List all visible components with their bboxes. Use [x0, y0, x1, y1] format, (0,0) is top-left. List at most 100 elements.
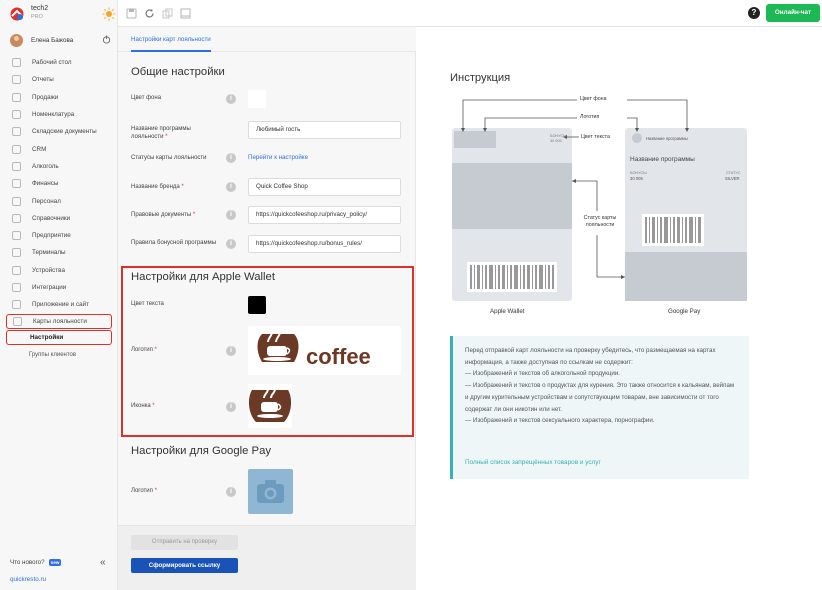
dashboard-icon	[12, 58, 21, 68]
apple-card-logo-area	[454, 131, 496, 148]
apple-icon-image[interactable]	[248, 384, 292, 428]
sidebar-item-alcohol[interactable]: Алкоголь	[6, 158, 112, 175]
sidebar-subitem-client-groups[interactable]: Группы клиентов	[6, 346, 112, 363]
apple-logo-label: Логотип *	[131, 346, 157, 354]
sidebar-item-reports[interactable]: Отчеты	[6, 71, 112, 88]
tab-loyalty-settings[interactable]: Настройки карт лояльности	[131, 27, 211, 52]
make-link-button[interactable]: Сформировать ссылку	[131, 558, 238, 573]
sidebar-item-devices[interactable]: Устройства	[6, 262, 112, 279]
text-color-label: Цвет текста	[131, 300, 164, 308]
terminal-icon	[12, 248, 21, 258]
sidebar-item-crm[interactable]: CRM	[6, 140, 112, 157]
sidebar-item-label: Рабочий стол	[32, 59, 72, 67]
info-icon[interactable]: i	[226, 94, 236, 104]
online-chat-button[interactable]: Онлайн-чат	[766, 4, 820, 22]
sidebar-subitem-label: Настройки	[30, 334, 64, 342]
sidebar-item-label: Отчеты	[32, 76, 54, 84]
apple-icon-label-text: Иконка	[131, 403, 151, 409]
apple-barcode	[467, 262, 557, 292]
brand-switcher[interactable]: tech2 PRO	[10, 5, 116, 23]
instruction-diagram: Цвет фона Логотип Цвет текста Статус кар…	[417, 87, 822, 327]
coffee-cup-icon: coffee	[257, 331, 371, 369]
whats-new-label: Что нового?	[10, 559, 45, 566]
person-icon	[12, 196, 21, 206]
coffee-logo-text: coffee	[306, 344, 371, 369]
info-icon[interactable]: i	[226, 182, 236, 192]
required-mark: *	[192, 212, 196, 218]
brand-logo-icon	[10, 7, 24, 21]
required-mark: *	[181, 184, 184, 190]
google-pay-title: Настройки для Google Pay	[131, 445, 272, 457]
collapse-sidebar-button[interactable]: «	[100, 557, 106, 568]
refresh-icon[interactable]	[144, 8, 155, 19]
google-logo-upload[interactable]	[248, 469, 293, 514]
sidebar-item-label: Персонал	[32, 197, 61, 205]
apple-icon-label: Иконка *	[131, 402, 155, 410]
sidebar-item-nomenclature[interactable]: Номенклатура	[6, 106, 112, 123]
help-button[interactable]: ?	[748, 7, 760, 19]
sidebar-item-integrations[interactable]: Интеграции	[6, 279, 112, 296]
document-icon	[12, 127, 21, 137]
bg-color-swatch[interactable]	[248, 90, 266, 108]
camera-icon	[257, 480, 284, 503]
card-icon	[13, 317, 22, 327]
sidebar-item-label: Карты лояльности	[33, 318, 87, 326]
avatar	[10, 34, 23, 47]
status-settings-link[interactable]: Перейти к настройке	[248, 154, 308, 161]
info-icon[interactable]: i	[226, 487, 236, 497]
sun-icon[interactable]	[102, 7, 116, 21]
sidebar-item-sales[interactable]: Продажи	[6, 89, 112, 106]
settings-form: Общие настройки Цвет фона i Название про…	[118, 52, 416, 590]
sidebar-item-label: Терминалы	[32, 249, 66, 257]
text-color-swatch[interactable]	[248, 296, 266, 314]
apple-bonus-label: БОНУСЫ	[550, 134, 567, 138]
sidebar-item-staff[interactable]: Персонал	[6, 192, 112, 209]
required-mark: *	[154, 488, 157, 494]
google-logo-label-text: Логотип	[131, 488, 153, 494]
sidebar-item-loyalty-cards[interactable]: Карты лояльности	[6, 314, 112, 330]
apple-logo-image[interactable]: coffee	[248, 326, 401, 375]
sidebar-item-finance[interactable]: Финансы	[6, 175, 112, 192]
info-icon[interactable]: i	[226, 239, 236, 249]
tag-icon	[12, 110, 21, 120]
sidebar-item-references[interactable]: Справочники	[6, 210, 112, 227]
window-icon[interactable]	[180, 8, 191, 19]
sidebar-item-terminals[interactable]: Терминалы	[6, 244, 112, 261]
required-mark: *	[165, 134, 168, 140]
sidebar-subitem-settings[interactable]: Настройки	[6, 330, 112, 346]
info-icon[interactable]: i	[226, 402, 236, 412]
callout-card-status: Статус карты лояльности	[583, 215, 617, 228]
program-name-input[interactable]: Любимый гость	[248, 121, 401, 139]
sidebar-item-label: Устройства	[32, 266, 65, 274]
whats-new-link[interactable]: Что нового? new	[10, 559, 62, 566]
google-status-value: SILVER	[725, 176, 740, 181]
sidebar-menu: Рабочий стол Отчеты Продажи Номенклатура…	[6, 54, 112, 364]
sidebar-item-label: CRM	[32, 145, 47, 153]
send-review-button[interactable]: Отправить на проверку	[131, 535, 238, 550]
callout-logo: Логотип	[580, 114, 600, 120]
google-pay-caption: Google Pay	[668, 308, 701, 315]
sidebar-item-app-site[interactable]: Приложение и сайт	[6, 296, 112, 313]
sidebar-item-enterprise[interactable]: Предприятие	[6, 227, 112, 244]
copy-icon[interactable]	[162, 8, 173, 19]
info-icon[interactable]: i	[226, 153, 236, 163]
power-icon[interactable]	[102, 35, 111, 44]
info-icon[interactable]: i	[226, 346, 236, 356]
sidebar-item-dashboard[interactable]: Рабочий стол	[6, 54, 112, 71]
forbidden-list-link[interactable]: Полный список запрещённых товаров и услу…	[465, 459, 601, 466]
brand-name-input[interactable]: Quick Coffee Shop	[248, 178, 401, 196]
cart-icon	[12, 92, 21, 102]
wallet-icon	[12, 179, 21, 189]
google-bonus-value: 30 005	[630, 176, 643, 181]
site-link[interactable]: quickresto.ru	[10, 576, 46, 583]
user-profile[interactable]: Елена Бажова	[10, 34, 111, 48]
google-logo-label: Логотип *	[131, 487, 157, 495]
info-icon[interactable]: i	[226, 210, 236, 220]
legal-docs-input[interactable]: https://quickcofeeshop.ru/privacy_policy…	[248, 206, 401, 224]
apple-wallet-title: Настройки для Apple Wallet	[131, 271, 275, 283]
bonus-rules-input[interactable]: https://quickcofeeshop.ru/bonus_rules/	[248, 235, 401, 253]
sidebar-item-warehouse[interactable]: Складские документы	[6, 123, 112, 140]
save-icon[interactable]	[126, 8, 137, 19]
google-status-label: СТАТУС	[726, 171, 741, 175]
triangle-icon	[12, 144, 21, 154]
